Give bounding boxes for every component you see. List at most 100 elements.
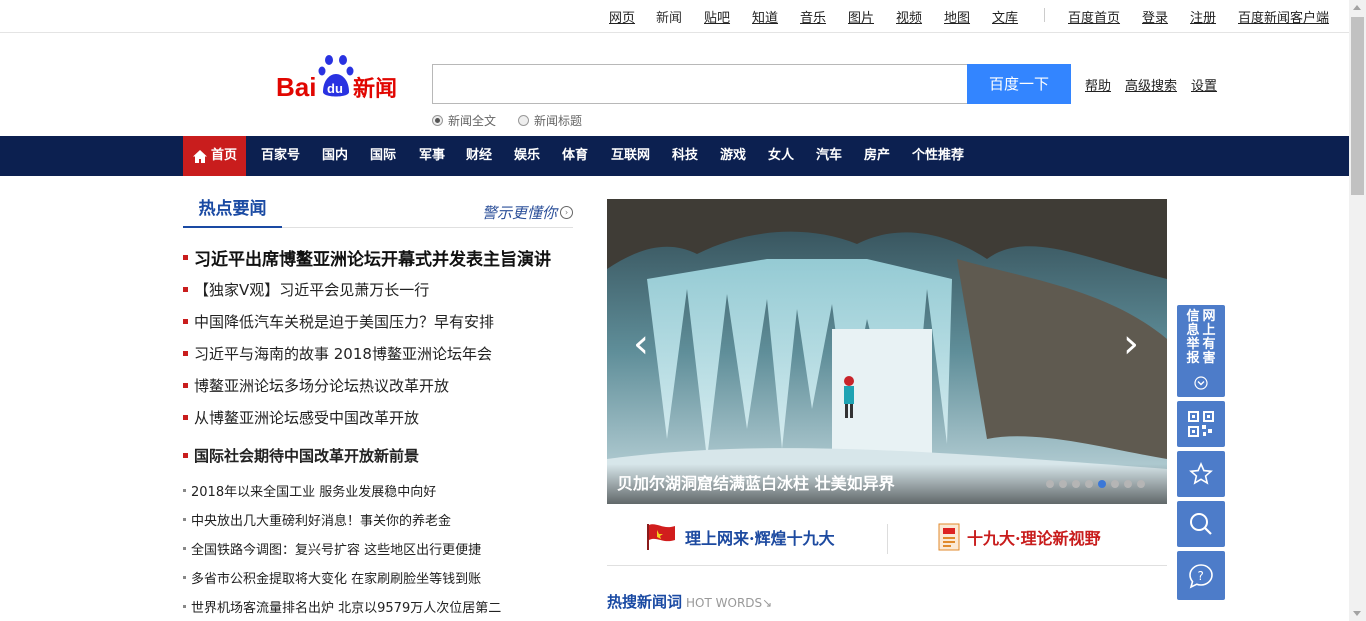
client-link[interactable]: 百度新闻客户端	[1238, 7, 1329, 26]
page-scrollbar[interactable]	[1349, 0, 1366, 621]
nav-item-internet[interactable]: 互联网	[611, 136, 650, 176]
headline-item[interactable]: 中国降低汽车关税是迫于美国压力？早有安排	[183, 311, 494, 332]
scrollbar-thumb[interactable]	[1351, 17, 1364, 195]
nav-item-personal[interactable]: 个性推荐	[912, 136, 964, 176]
report-button[interactable]: 信息举报 网上有害	[1177, 305, 1225, 397]
favorite-button[interactable]	[1177, 451, 1225, 497]
bullet	[183, 518, 186, 521]
hot-words-title[interactable]: 热搜新闻词	[607, 593, 682, 611]
scroll-up-arrow[interactable]	[1353, 5, 1361, 10]
baidu-news-logo[interactable]: Bai du 新闻	[276, 52, 416, 102]
headline-text[interactable]: 中国降低汽车关税是迫于美国压力？早有安排	[194, 311, 494, 332]
radio-dot-checked[interactable]	[432, 115, 443, 126]
headline-item[interactable]: 习近平与海南的故事 2018博鳌亚洲论坛年会	[183, 343, 492, 364]
advanced-search-link[interactable]: 高级搜索	[1125, 75, 1177, 94]
headline-item[interactable]: 博鳌亚洲论坛多场分论坛热议改革开放	[183, 375, 449, 396]
news-list-text[interactable]: 多省市公积金提取将大变化 在家刷刷脸坐等钱到账	[191, 568, 481, 587]
slider-next-button[interactable]: ›	[1123, 324, 1139, 364]
top-link-wenku[interactable]: 文库	[992, 7, 1018, 26]
hot-words-header: 热搜新闻词 HOT WORDS↘	[607, 591, 772, 612]
radio-title-label: 新闻标题	[534, 114, 583, 128]
login-link[interactable]: 登录	[1142, 7, 1168, 26]
chevron-down-icon	[1194, 376, 1208, 390]
headline-item[interactable]: 从博鳌亚洲论坛感受中国改革开放	[183, 407, 419, 428]
news-list-item[interactable]: 多省市公积金提取将大变化 在家刷刷脸坐等钱到账	[183, 568, 481, 587]
hot-news-title[interactable]: 热点要闻	[183, 196, 282, 228]
banner-right[interactable]: 十九大·理论新视野	[937, 522, 1101, 552]
slider-caption[interactable]: 贝加尔湖洞窟结满蓝白冰柱 壮美如异界	[617, 470, 895, 494]
help-bubble-icon: ?	[1189, 564, 1213, 589]
feedback-button[interactable]: ?	[1177, 551, 1225, 600]
nav-item-domestic[interactable]: 国内	[322, 136, 348, 176]
nav-item-games[interactable]: 游戏	[720, 136, 746, 176]
news-list-text[interactable]: 全国铁路今调图：复兴号扩容 这些地区出行更便捷	[191, 539, 481, 558]
bullet	[183, 576, 186, 579]
nav-home[interactable]: 首页	[183, 136, 247, 176]
top-link-web[interactable]: 网页	[609, 7, 635, 26]
help-link[interactable]: 帮助	[1085, 75, 1111, 94]
nav-item-sports[interactable]: 体育	[562, 136, 588, 176]
news-list-text[interactable]: 世界机场客流量排名出炉 北京以9579万人次位居第二	[191, 597, 501, 616]
nav-item-baijiahao[interactable]: 百家号	[261, 136, 300, 176]
nav-item-finance[interactable]: 财经	[466, 136, 492, 176]
radio-fulltext[interactable]: 新闻全文	[432, 112, 496, 129]
top-link-map[interactable]: 地图	[944, 7, 970, 26]
headline-text[interactable]: 【独家V观】习近平会见萧万长一行	[194, 279, 429, 300]
headline-text[interactable]: 习近平出席博鳌亚洲论坛开幕式并发表主旨演讲	[194, 245, 551, 270]
search-button[interactable]: 百度一下	[967, 64, 1071, 104]
scroll-down-arrow[interactable]	[1353, 611, 1361, 616]
top-link-music[interactable]: 音乐	[800, 7, 826, 26]
headline-text[interactable]: 从博鳌亚洲论坛感受中国改革开放	[194, 407, 419, 428]
slider-dot[interactable]	[1085, 480, 1093, 488]
nav-item-women[interactable]: 女人	[768, 136, 794, 176]
news-list-text[interactable]: 2018年以来全国工业 服务业发展稳中向好	[191, 481, 436, 500]
headline-item[interactable]: 习近平出席博鳌亚洲论坛开幕式并发表主旨演讲	[183, 245, 551, 270]
logo-news-text: 新闻	[353, 76, 397, 100]
nav-home-label: 首页	[211, 148, 238, 163]
news-list-item[interactable]: 2018年以来全国工业 服务业发展稳中向好	[183, 481, 436, 500]
slider-prev-button[interactable]: ‹	[633, 324, 649, 364]
headline-item[interactable]: 国际社会期待中国改革开放新前景	[183, 445, 419, 466]
slider-dot[interactable]	[1072, 480, 1080, 488]
slider-dot[interactable]	[1124, 480, 1132, 488]
slider-dot[interactable]	[1098, 480, 1106, 488]
nav-item-international[interactable]: 国际	[370, 136, 396, 176]
top-link-zhidao[interactable]: 知道	[752, 7, 778, 26]
register-link[interactable]: 注册	[1190, 7, 1216, 26]
news-list-item[interactable]: 世界机场客流量排名出炉 北京以9579万人次位居第二	[183, 597, 501, 616]
news-list-item[interactable]: 中央放出几大重磅利好消息！事关你的养老金	[183, 510, 451, 529]
top-link-image[interactable]: 图片	[848, 7, 874, 26]
settings-link[interactable]: 设置	[1191, 75, 1217, 94]
baidu-home-link[interactable]: 百度首页	[1068, 7, 1120, 26]
top-link-news[interactable]: 新闻	[656, 7, 682, 26]
radio-title[interactable]: 新闻标题	[518, 112, 582, 129]
top-link-tieba[interactable]: 贴吧	[704, 7, 730, 26]
ice-cave-photo[interactable]	[607, 199, 1167, 504]
nav-item-entertainment[interactable]: 娱乐	[514, 136, 540, 176]
search-input[interactable]	[432, 64, 968, 104]
search-tool-button[interactable]	[1177, 501, 1225, 547]
radio-dot-unchecked[interactable]	[518, 115, 529, 126]
nav-item-tech[interactable]: 科技	[672, 136, 698, 176]
bullet	[183, 453, 188, 458]
photo-slider[interactable]: ‹ › 贝加尔湖洞窟结满蓝白冰柱 壮美如异界	[607, 199, 1167, 504]
news-list-text[interactable]: 中央放出几大重磅利好消息！事关你的养老金	[191, 510, 451, 529]
qrcode-button[interactable]	[1177, 401, 1225, 447]
headline-text[interactable]: 博鳌亚洲论坛多场分论坛热议改革开放	[194, 375, 449, 396]
slider-dot[interactable]	[1111, 480, 1119, 488]
banner-left[interactable]: 理上网来·辉煌十九大	[645, 522, 835, 552]
news-list-item[interactable]: 全国铁路今调图：复兴号扩容 这些地区出行更便捷	[183, 539, 481, 558]
nav-item-auto[interactable]: 汽车	[816, 136, 842, 176]
slider-dot[interactable]	[1059, 480, 1067, 488]
banner-right-text: 十九大·理论新视野	[967, 529, 1101, 548]
nav-item-house[interactable]: 房产	[864, 136, 890, 176]
headline-text[interactable]: 国际社会期待中国改革开放新前景	[194, 445, 419, 466]
bullet	[183, 255, 188, 260]
slider-dot[interactable]	[1137, 480, 1145, 488]
hot-news-more[interactable]: 警示更懂你 ›	[482, 202, 573, 223]
nav-item-military[interactable]: 军事	[419, 136, 445, 176]
headline-text[interactable]: 习近平与海南的故事 2018博鳌亚洲论坛年会	[194, 343, 492, 364]
headline-item[interactable]: 【独家V观】习近平会见萧万长一行	[183, 279, 429, 300]
top-link-video[interactable]: 视频	[896, 7, 922, 26]
slider-dot[interactable]	[1046, 480, 1054, 488]
